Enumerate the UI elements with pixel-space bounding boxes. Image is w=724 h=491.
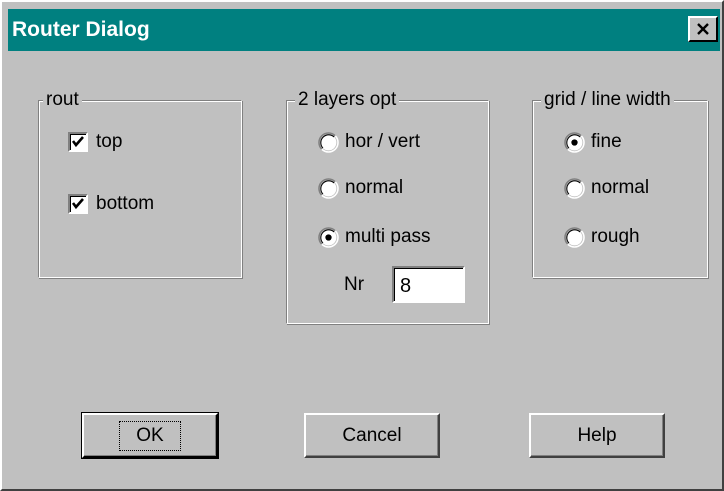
- radio-unselected-icon[interactable]: [564, 227, 585, 248]
- bottom-checkbox-label: bottom: [96, 193, 155, 214]
- close-button[interactable]: [688, 16, 718, 42]
- radio-label-hor-vert: hor / vert: [345, 131, 420, 152]
- ok-button[interactable]: OK: [81, 412, 219, 459]
- radio-label-multi-pass: multi pass: [345, 226, 431, 247]
- layers-group-label: 2 layers opt: [295, 89, 400, 111]
- radio-unselected-icon[interactable]: [564, 178, 585, 199]
- radio-label-normal-grid: normal: [591, 177, 650, 198]
- nr-input[interactable]: [392, 266, 465, 303]
- window-title: Router Dialog: [12, 18, 150, 41]
- cancel-button-label: Cancel: [342, 424, 402, 446]
- router-dialog-window: Router Dialog rout top bottom 2 layers o…: [0, 0, 724, 491]
- radio-unselected-icon[interactable]: [318, 178, 339, 199]
- ok-button-label: OK: [119, 420, 181, 451]
- radio-option-normal-grid[interactable]: normal: [564, 175, 684, 201]
- help-button-label: Help: [577, 424, 617, 446]
- close-icon: [697, 23, 709, 35]
- radio-selected-icon[interactable]: [318, 227, 339, 248]
- bottom-checkbox-option[interactable]: bottom: [68, 191, 188, 217]
- radio-option-multi-pass[interactable]: multi pass: [318, 224, 458, 250]
- cancel-button[interactable]: Cancel: [304, 413, 440, 458]
- radio-label-fine: fine: [591, 131, 622, 152]
- radio-option-normal-layers[interactable]: normal: [318, 175, 458, 201]
- top-checkbox[interactable]: [68, 132, 88, 152]
- rout-group: rout: [38, 89, 242, 278]
- rout-group-label: rout: [43, 89, 82, 111]
- checkmark-icon: [71, 198, 84, 210]
- top-checkbox-label: top: [96, 131, 123, 152]
- title-bar[interactable]: Router Dialog: [8, 9, 720, 51]
- grid-group-label: grid / line width: [541, 89, 674, 111]
- radio-unselected-icon[interactable]: [318, 132, 339, 153]
- radio-label-normal-layers: normal: [345, 177, 404, 198]
- checkmark-icon: [71, 136, 84, 148]
- nr-label: Nr: [344, 274, 365, 295]
- top-checkbox-option[interactable]: top: [68, 129, 168, 155]
- radio-option-hor-vert[interactable]: hor / vert: [318, 129, 458, 155]
- radio-selected-icon[interactable]: [564, 132, 585, 153]
- radio-label-rough: rough: [591, 226, 640, 247]
- help-button[interactable]: Help: [529, 413, 665, 458]
- radio-option-fine[interactable]: fine: [564, 129, 684, 155]
- radio-option-rough[interactable]: rough: [564, 224, 684, 250]
- bottom-checkbox[interactable]: [68, 194, 88, 214]
